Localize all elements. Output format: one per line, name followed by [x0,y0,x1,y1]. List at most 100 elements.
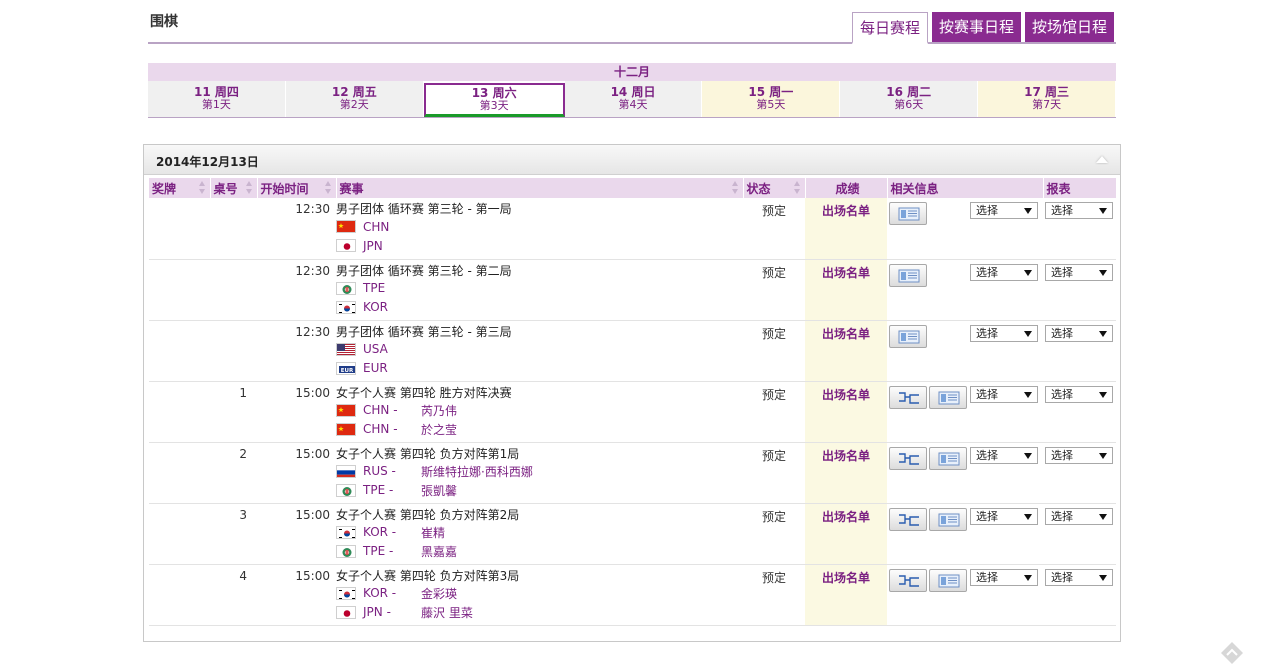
tab-event-schedule[interactable]: 按赛事日程 [931,12,1021,42]
dropdown-arrow-icon [1024,452,1032,459]
sort-icon[interactable] [198,181,206,195]
details-button[interactable] [929,446,967,470]
bracket-button[interactable] [889,446,927,470]
start-time: 12:30 [257,320,336,382]
table-row: 3 15:00 女子个人赛 第四轮 负方对阵第2局 KOR - 崔精 TPE -… [149,503,1116,565]
lineup-link[interactable]: 出场名单 [822,510,870,524]
bracket-button[interactable] [889,385,927,409]
lineup-link[interactable]: 出场名单 [822,571,870,585]
column-label: 状态 [746,181,771,196]
sort-icon[interactable] [324,181,332,195]
scroll-top-icon[interactable] [1220,641,1244,665]
results-cell: 出场名单 [805,381,887,443]
country-code: RUS - [363,464,396,478]
select-label: 选择 [976,570,998,584]
lineup-link[interactable]: 出场名单 [822,204,870,218]
select-label: 选择 [1051,204,1073,217]
column-label: 开始时间 [260,181,309,196]
results-cell: 出场名单 [805,320,887,382]
tab-venue-schedule[interactable]: 按场馆日程 [1024,12,1114,42]
flag-tpe-icon [336,281,356,295]
report-select[interactable]: 选择 [1045,324,1113,342]
details-button[interactable] [889,324,927,348]
column-medal[interactable]: 奖牌 [149,178,211,198]
info-select[interactable]: 选择 [970,324,1038,342]
event-title: 女子个人赛 第四轮 负方对阵第1局 [336,446,520,461]
info-select[interactable]: 选择 [970,507,1038,525]
select-label: 选择 [1051,265,1073,279]
sort-icon[interactable] [793,181,801,195]
column-start-time[interactable]: 开始时间 [257,178,337,198]
details-button[interactable] [889,202,927,225]
report-cell: 选择 [1043,442,1116,504]
day-tab-15[interactable]: 15 周一 第5天 [702,81,841,117]
details-button[interactable] [929,568,967,592]
player-name[interactable]: 張凱馨 [421,482,457,499]
schedule-date: 2014年12月13日 [156,155,259,169]
details-button[interactable] [929,507,967,531]
report-select[interactable]: 选择 [1045,507,1113,525]
competitor-line: KOR - 崔精 [336,523,743,542]
country-code: KOR [363,300,388,314]
info-select[interactable]: 选择 [970,202,1038,219]
info-select[interactable]: 选择 [970,263,1038,281]
competitor-line: KOR [336,298,743,317]
player-name[interactable]: 斯维特拉娜·西科西娜 [421,463,533,480]
competitor-line: CHN - 於之莹 [336,420,743,439]
lineup-link[interactable]: 出场名单 [822,266,870,280]
column-table[interactable]: 桌号 [210,178,258,198]
select-label: 选择 [976,509,998,523]
competitor-line: CHN [336,217,743,236]
bracket-button[interactable] [889,568,927,592]
report-select[interactable]: 选择 [1045,263,1113,281]
day-tab-14[interactable]: 14 周日 第4天 [564,81,703,117]
event-title: 女子个人赛 第四轮 胜方对阵决赛 [336,385,512,400]
player-name[interactable]: 於之莹 [421,421,457,438]
day-tab-16[interactable]: 16 周二 第6天 [840,81,979,117]
column-event[interactable]: 赛事 [336,178,744,198]
flag-kor-icon [336,525,356,539]
bracket-button[interactable] [889,507,927,531]
player-name[interactable]: 藤沢 里菜 [421,604,473,621]
info-select[interactable]: 选择 [970,385,1038,403]
report-select[interactable]: 选择 [1045,446,1113,464]
event-cell: 男子团体 循环赛 第三轮 - 第二局 TPE KOR [336,259,743,321]
sort-icon[interactable] [245,181,253,195]
details-button[interactable] [889,263,927,287]
lineup-link[interactable]: 出场名单 [822,388,870,402]
day-number: 第3天 [479,99,509,112]
player-name[interactable]: 芮乃伟 [421,402,457,419]
day-tab-11[interactable]: 11 周四 第1天 [148,81,286,117]
start-time: 15:00 [257,503,336,565]
report-select[interactable]: 选择 [1045,202,1113,219]
day-tab-17[interactable]: 17 周三 第7天 [978,81,1117,117]
player-name[interactable]: 崔精 [421,524,445,541]
report-select[interactable]: 选择 [1045,385,1113,403]
day-tab-12[interactable]: 12 周五 第2天 [285,81,424,117]
day-number: 第6天 [894,98,924,111]
player-name[interactable]: 金彩瑛 [421,585,457,602]
dropdown-arrow-icon [1024,574,1032,581]
info-select[interactable]: 选择 [970,568,1038,586]
player-name[interactable]: 黑嘉嘉 [421,543,457,560]
medal-cell [149,320,210,382]
lineup-link[interactable]: 出场名单 [822,449,870,463]
collapse-arrow-icon[interactable] [1096,156,1108,163]
schedule-panel: 2014年12月13日 奖牌 桌号 开始时间 赛事 状态 成绩 相关信息 报表 … [143,144,1121,642]
table-row: 12:30 男子团体 循环赛 第三轮 - 第二局 TPE KOR 预定 出场名单… [149,259,1116,321]
sort-icon[interactable] [731,181,739,195]
column-label: 奖牌 [152,181,177,196]
report-select[interactable]: 选择 [1045,568,1113,586]
details-button[interactable] [929,385,967,409]
column-status[interactable]: 状态 [743,178,806,198]
country-code: KOR - [363,525,397,539]
table-number [210,320,257,382]
day-number: 第1天 [201,98,231,111]
info-select[interactable]: 选择 [970,446,1038,464]
country-code: CHN - [363,403,398,417]
tab-daily-schedule[interactable]: 每日赛程 [851,12,928,44]
info-cell: 选择 [887,564,1043,626]
info-cell: 选择 [887,259,1043,321]
lineup-link[interactable]: 出场名单 [822,327,870,341]
day-tab-13[interactable]: 13 周六 第3天 [423,83,565,117]
